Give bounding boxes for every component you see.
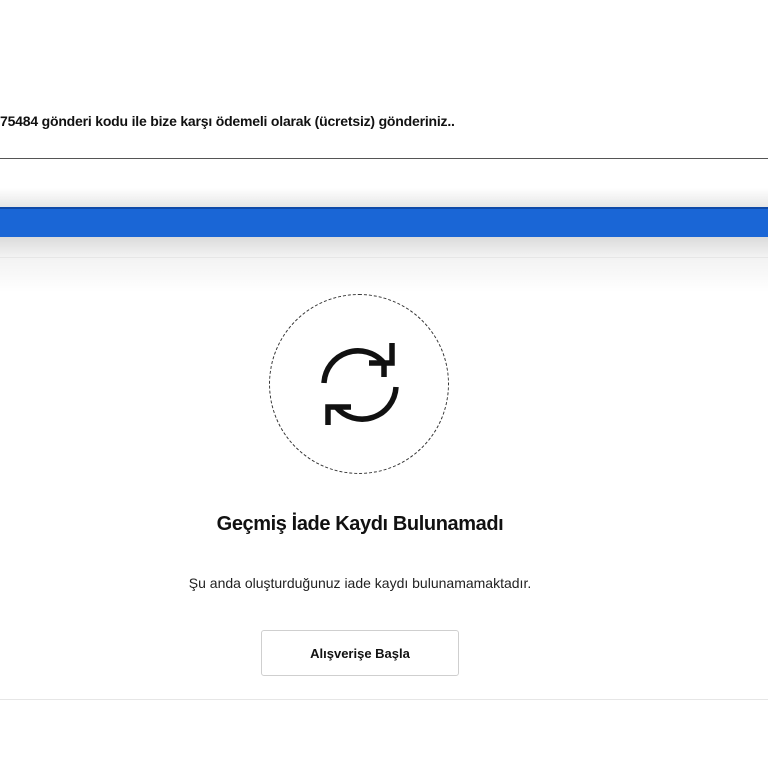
divider xyxy=(0,699,768,700)
return-instruction-text: 75484 gönderi kodu ile bize karşı ödemel… xyxy=(0,113,455,129)
divider xyxy=(0,158,768,159)
accent-bar xyxy=(0,207,768,237)
empty-state-description: Şu anda oluşturduğunuz iade kaydı buluna… xyxy=(188,575,532,591)
start-shopping-button[interactable]: Alışverişe Başla xyxy=(261,630,459,676)
empty-state-title: Geçmiş İade Kaydı Bulunamadı xyxy=(216,513,504,535)
empty-returns-panel: Geçmiş İade Kaydı Bulunamadı Şu anda olu… xyxy=(0,258,768,700)
icon-circle xyxy=(269,294,449,474)
refresh-icon xyxy=(321,343,399,425)
page: 75484 gönderi kodu ile bize karşı ödemel… xyxy=(0,0,768,768)
overlay-shadow-top xyxy=(0,188,768,208)
